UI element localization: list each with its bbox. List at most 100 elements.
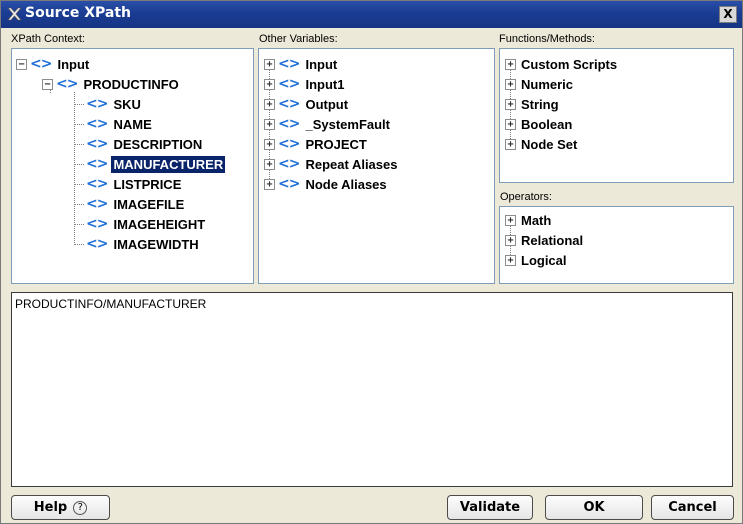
collapse-icon[interactable]: − (42, 78, 53, 90)
tree-node-manufacturer[interactable]: <> MANUFACTURER (74, 154, 226, 174)
expand-icon[interactable]: + (264, 118, 275, 130)
tree-node-logical[interactable]: + Logical (505, 250, 567, 270)
element-icon: <> (278, 96, 300, 112)
node-label: Output (305, 96, 349, 112)
expand-icon[interactable]: + (264, 158, 275, 170)
node-label: Input (57, 56, 90, 72)
tree-node-imagewidth[interactable]: <> IMAGEWIDTH (74, 234, 199, 254)
node-label: IMAGEFILE (113, 196, 185, 212)
node-label: PROJECT (305, 136, 367, 152)
ok-button[interactable]: OK (545, 495, 643, 520)
node-label: Node Aliases (305, 176, 387, 192)
node-label: LISTPRICE (113, 176, 182, 192)
tree-connector (74, 203, 84, 205)
node-label: NAME (113, 116, 152, 132)
element-icon: <> (278, 156, 300, 172)
help-label: Help (33, 500, 68, 515)
element-icon: <> (30, 56, 52, 72)
node-label: Node Set (521, 136, 578, 152)
tree-connector (74, 183, 84, 185)
tree-node-project[interactable]: + <> PROJECT (264, 134, 367, 154)
expand-icon[interactable]: + (505, 78, 516, 90)
tree-connector (74, 163, 84, 165)
title-bar[interactable]: Source XPath X (1, 1, 742, 28)
element-icon: <> (56, 76, 78, 92)
help-button[interactable]: Help ? (11, 495, 110, 520)
node-label: _SystemFault (305, 116, 391, 132)
node-label: DESCRIPTION (113, 136, 203, 152)
element-icon: <> (86, 196, 108, 212)
node-label: Input (305, 56, 338, 72)
element-icon: <> (278, 176, 300, 192)
expand-icon[interactable]: + (264, 58, 275, 70)
element-icon: <> (86, 136, 108, 152)
collapse-icon[interactable]: − (16, 58, 27, 70)
node-label: Repeat Aliases (305, 156, 398, 172)
node-label: Boolean (521, 116, 573, 132)
element-icon: <> (278, 116, 300, 132)
element-icon: <> (86, 236, 108, 252)
node-label: IMAGEWIDTH (113, 236, 199, 252)
tree-node-name[interactable]: <> NAME (74, 114, 152, 134)
expand-icon[interactable]: + (264, 178, 275, 190)
tree-node-repeat-aliases[interactable]: + <> Repeat Aliases (264, 154, 397, 174)
node-label: Numeric (521, 76, 574, 92)
node-label: Custom Scripts (521, 56, 618, 72)
tree-connector (74, 123, 84, 125)
window-title: Source XPath (25, 5, 132, 21)
tree-connector (74, 223, 84, 225)
operators-tree[interactable]: + Math + Relational + Logical (499, 206, 734, 284)
tree-node-numeric[interactable]: + Numeric (505, 74, 573, 94)
tree-node-boolean[interactable]: + Boolean (505, 114, 572, 134)
tree-node-input[interactable]: + <> Input (264, 54, 337, 74)
node-label: IMAGEHEIGHT (113, 216, 206, 232)
tree-node-systemfault[interactable]: + <> _SystemFault (264, 114, 390, 134)
element-icon: <> (278, 136, 300, 152)
other-variables-label: Other Variables: (259, 33, 338, 45)
expand-icon[interactable]: + (505, 234, 516, 246)
validate-button[interactable]: Validate (447, 495, 533, 520)
expand-icon[interactable]: + (264, 78, 275, 90)
tree-node-string[interactable]: + String (505, 94, 559, 114)
other-variables-tree[interactable]: + <> Input + <> Input1 + <> Output + <> … (258, 48, 495, 284)
xpath-context-label: XPath Context: (11, 33, 85, 45)
node-label: Math (521, 212, 552, 228)
tree-node-listprice[interactable]: <> LISTPRICE (74, 174, 181, 194)
node-label: Relational (521, 232, 584, 248)
expand-icon[interactable]: + (505, 98, 516, 110)
xpath-expression-editor[interactable]: PRODUCTINFO/MANUFACTURER (11, 292, 733, 487)
xpath-context-tree[interactable]: − <> Input − <> PRODUCTINFO <> SKU <> NA… (11, 48, 254, 284)
xpath-icon (7, 7, 22, 21)
tree-node-imagefile[interactable]: <> IMAGEFILE (74, 194, 184, 214)
tree-node-input[interactable]: − <> Input (16, 54, 89, 74)
tree-node-relational[interactable]: + Relational (505, 230, 583, 250)
expand-icon[interactable]: + (505, 214, 516, 226)
node-label: Logical (521, 252, 567, 268)
tree-node-productinfo[interactable]: − <> PRODUCTINFO (42, 74, 179, 94)
element-icon: <> (86, 116, 108, 132)
source-xpath-dialog: Source XPath X XPath Context: − <> Input… (0, 0, 743, 524)
tree-node-sku[interactable]: <> SKU (74, 94, 141, 114)
tree-node-math[interactable]: + Math (505, 210, 551, 230)
expand-icon[interactable]: + (264, 138, 275, 150)
close-button[interactable]: X (719, 6, 737, 23)
functions-tree[interactable]: + Custom Scripts + Numeric + String + Bo… (499, 48, 734, 183)
tree-node-description[interactable]: <> DESCRIPTION (74, 134, 202, 154)
tree-node-input1[interactable]: + <> Input1 (264, 74, 344, 94)
functions-label: Functions/Methods: (499, 33, 595, 45)
tree-node-output[interactable]: + <> Output (264, 94, 348, 114)
cancel-button[interactable]: Cancel (651, 495, 734, 520)
expand-icon[interactable]: + (505, 118, 516, 130)
tree-node-node-set[interactable]: + Node Set (505, 134, 577, 154)
node-label: Input1 (305, 76, 345, 92)
tree-node-node-aliases[interactable]: + <> Node Aliases (264, 174, 387, 194)
tree-node-imageheight[interactable]: <> IMAGEHEIGHT (74, 214, 205, 234)
element-icon: <> (278, 76, 300, 92)
node-label: PRODUCTINFO (83, 76, 179, 92)
expand-icon[interactable]: + (264, 98, 275, 110)
tree-node-custom-scripts[interactable]: + Custom Scripts (505, 54, 617, 74)
tree-connector (74, 143, 84, 145)
expand-icon[interactable]: + (505, 58, 516, 70)
expand-icon[interactable]: + (505, 254, 516, 266)
expand-icon[interactable]: + (505, 138, 516, 150)
